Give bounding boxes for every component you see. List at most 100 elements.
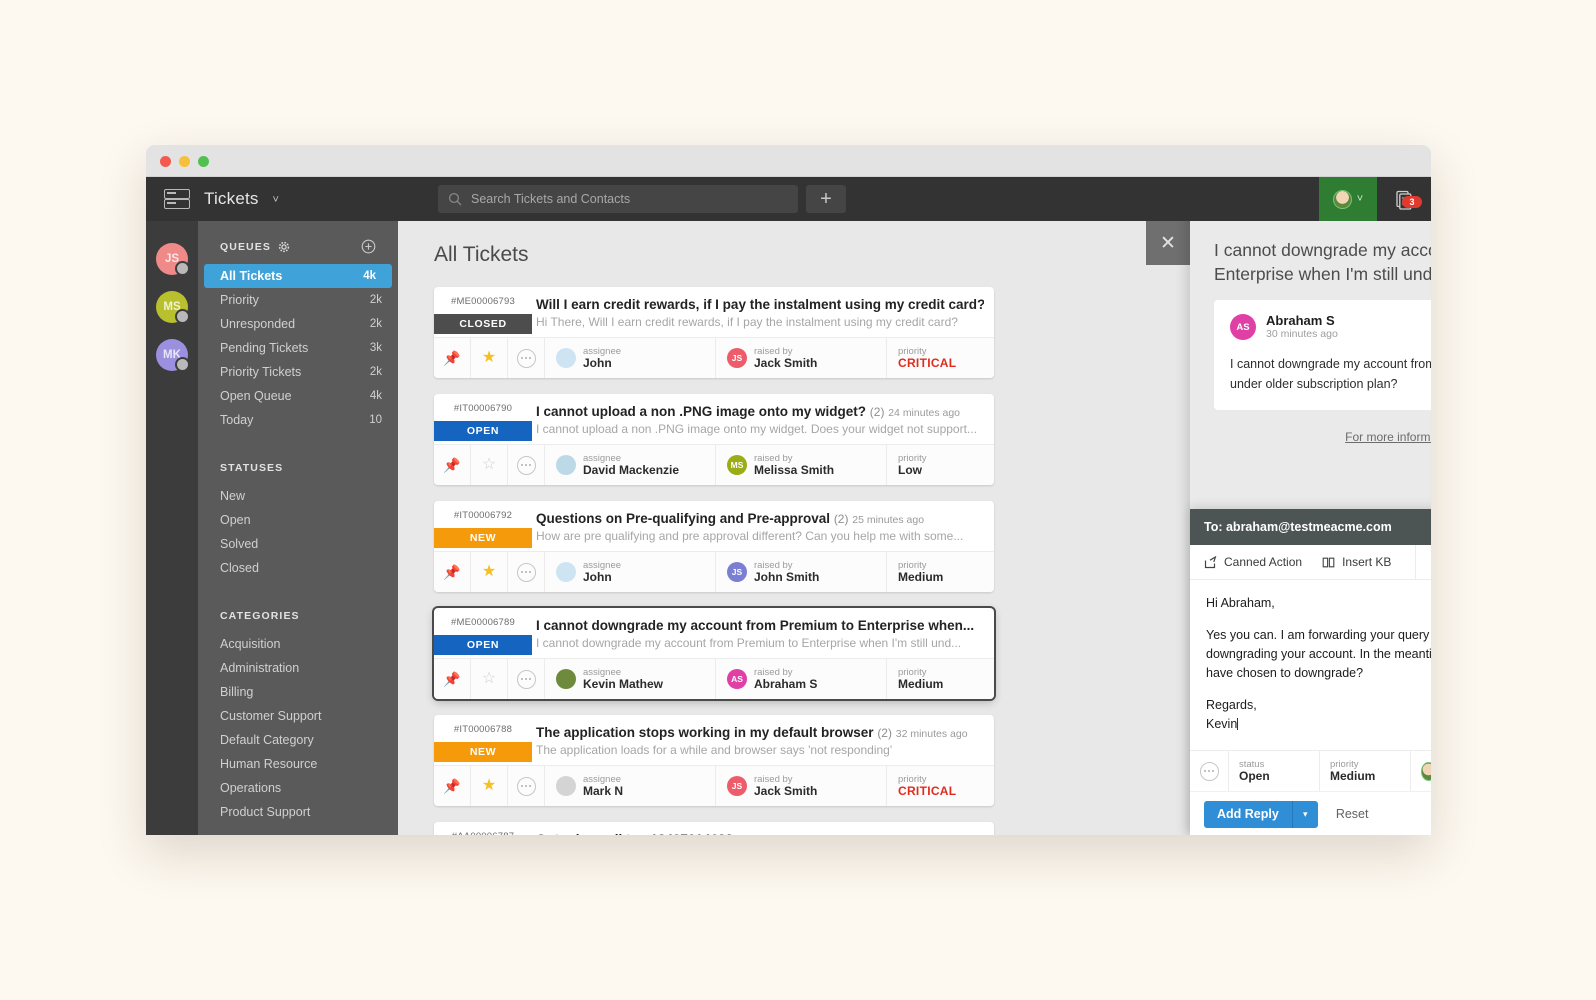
rail-avatar[interactable]: JS [156, 243, 190, 276]
ticket-status-badge: NEW [434, 742, 532, 762]
star-button[interactable]: ★ [471, 338, 508, 378]
category-list: Acquisition Administration Billing Customer… [198, 632, 398, 824]
close-window-button[interactable] [160, 156, 171, 167]
chevron-down-icon[interactable]: ˅ [273, 194, 280, 206]
star-button[interactable]: ☆ [471, 659, 508, 699]
category-label: Operations [220, 781, 282, 795]
insert-kb-button[interactable]: Insert KB [1322, 555, 1391, 569]
ticket-card[interactable]: #IT00006788 NEW The application stops wo… [434, 715, 994, 806]
priority-cell[interactable]: priority CRITICAL [887, 766, 994, 806]
sidebar-queue-unresponded[interactable]: Unresponded 2k [198, 312, 398, 336]
ticket-preview: Hi There, Will I earn credit rewards, if… [536, 315, 958, 329]
assignee-value: David Mackenzie [583, 463, 680, 477]
sidebar-category-operations[interactable]: Operations [198, 776, 398, 800]
raised-by-cell[interactable]: AS raised by Abraham S [716, 659, 887, 699]
pin-button[interactable]: 📌 [434, 659, 471, 699]
sidebar-category-default-category[interactable]: Default Category [198, 728, 398, 752]
sidebar-category-product-support[interactable]: Product Support [198, 800, 398, 824]
ticket-card[interactable]: #IT00006790 OPEN I cannot upload a non .… [434, 394, 994, 485]
star-button[interactable]: ☆ [471, 445, 508, 485]
sidebar-queue-open-queue[interactable]: Open Queue 4k [198, 384, 398, 408]
queue-count: 10 [369, 414, 382, 426]
raised-by-cell[interactable]: MS raised by Melissa Smith [716, 445, 887, 485]
sidebar-category-acquisition[interactable]: Acquisition [198, 632, 398, 656]
ticket-card[interactable]: #AA00006787 Outgoing call to +1849701463… [434, 822, 994, 835]
maximize-window-button[interactable] [198, 156, 209, 167]
sidebar-category-administration[interactable]: Administration [198, 656, 398, 680]
sidebar-category-billing[interactable]: Billing [198, 680, 398, 704]
app-title[interactable]: Tickets ˅ [204, 189, 279, 209]
user-menu-button[interactable]: ˅ [1319, 177, 1377, 221]
sidebar-status-new[interactable]: New [198, 484, 398, 508]
priority-cell[interactable]: priority Medium [887, 552, 994, 592]
sidebar-queue-today[interactable]: Today 10 [198, 408, 398, 432]
assignee-cell[interactable]: assignee Mark N [545, 766, 716, 806]
pin-button[interactable]: 📌 [434, 552, 471, 592]
property-assignee[interactable]: assignee Kevin Math... [1411, 751, 1431, 791]
reply-body-editor[interactable]: Hi Abraham, Yes you can. I am forwarding… [1190, 580, 1431, 750]
star-button[interactable]: ★ [471, 766, 508, 806]
more-actions-button[interactable] [508, 338, 545, 378]
ticket-status-column: #IT00006792 NEW [434, 501, 532, 551]
priority-cell[interactable]: priority Medium [887, 659, 994, 699]
more-actions-button[interactable] [508, 445, 545, 485]
ticket-id: #ME00006793 [450, 296, 515, 307]
add-reply-dropdown[interactable]: ▾ [1291, 800, 1318, 828]
assignee-cell[interactable]: assignee Kevin Mathew [545, 659, 716, 699]
ticket-card[interactable]: #ME00006789 OPEN I cannot downgrade my a… [434, 608, 994, 699]
priority-cell[interactable]: priority CRITICAL [887, 338, 994, 378]
more-information-link[interactable]: For more information, go to details [1190, 430, 1431, 444]
sidebar-queue-priority-tickets[interactable]: Priority Tickets 2k [198, 360, 398, 384]
sidebar-status-open[interactable]: Open [198, 508, 398, 532]
add-ticket-button[interactable]: + [806, 185, 846, 213]
property-status[interactable]: status Open [1229, 751, 1320, 791]
raised-by-cell[interactable]: JS raised by Jack Smith [716, 766, 887, 806]
minimize-window-button[interactable] [179, 156, 190, 167]
search-input[interactable]: Search Tickets and Contacts [438, 185, 798, 213]
sidebar-queue-pending-tickets[interactable]: Pending Tickets 3k [198, 336, 398, 360]
more-actions-button[interactable] [508, 766, 545, 806]
ticket-card[interactable]: #IT00006792 NEW Questions on Pre-qualify… [434, 501, 994, 592]
pin-button[interactable]: 📌 [434, 338, 471, 378]
gear-icon[interactable] [278, 241, 290, 253]
rail-avatar[interactable]: MS [156, 291, 190, 324]
raised-by-cell[interactable]: JS raised by Jack Smith [716, 338, 887, 378]
status-label: Closed [220, 561, 259, 575]
reply-composer: To: abraham@testmeacme.com +Cc +Bcc more… [1190, 509, 1431, 835]
more-actions-button[interactable] [508, 552, 545, 592]
queues-label: QUEUES [220, 240, 271, 253]
pin-button[interactable]: 📌 [434, 766, 471, 806]
rail-avatar[interactable]: MK [156, 339, 190, 372]
more-actions-button[interactable] [508, 659, 545, 699]
to-field[interactable]: To: abraham@testmeacme.com [1204, 520, 1431, 534]
avatar: JS [727, 776, 747, 796]
add-reply-button[interactable]: Add Reply [1204, 800, 1292, 828]
plus-circle-icon[interactable] [361, 239, 376, 254]
sidebar-queue-all-tickets[interactable]: All Tickets 4k [204, 264, 392, 288]
sidebar-queue-priority[interactable]: Priority 2k [198, 288, 398, 312]
sidebar-category-human-resource[interactable]: Human Resource [198, 752, 398, 776]
sidebar-category-customer-support[interactable]: Customer Support [198, 704, 398, 728]
reset-button[interactable]: Reset [1336, 807, 1369, 821]
queue-label: Today [220, 413, 254, 427]
close-detail-button[interactable]: ✕ [1146, 221, 1190, 265]
property-priority[interactable]: priority Medium [1320, 751, 1411, 791]
properties-more-button[interactable] [1190, 751, 1229, 791]
star-button[interactable]: ★ [471, 552, 508, 592]
notifications-button[interactable]: 3 [1377, 189, 1431, 210]
raised-by-cell[interactable]: JS raised by John Smith [716, 552, 887, 592]
priority-cell[interactable]: priority Low [887, 445, 994, 485]
ticket-card[interactable]: #ME00006793 CLOSED Will I earn credit re… [434, 287, 994, 378]
sidebar-status-solved[interactable]: Solved [198, 532, 398, 556]
assignee-cell[interactable]: assignee David Mackenzie [545, 445, 716, 485]
status-list: New Open Solved Closed [198, 484, 398, 580]
pin-button[interactable]: 📌 [434, 445, 471, 485]
assignee-cell[interactable]: assignee John [545, 552, 716, 592]
assignee-cell[interactable]: assignee John [545, 338, 716, 378]
star-icon: ★ [481, 777, 497, 794]
window-controls[interactable] [160, 156, 209, 167]
stacked-lines-icon[interactable] [164, 189, 190, 209]
canned-action-button[interactable]: Canned Action [1204, 555, 1302, 569]
sidebar-status-closed[interactable]: Closed [198, 556, 398, 580]
queue-count: 4k [363, 270, 376, 282]
